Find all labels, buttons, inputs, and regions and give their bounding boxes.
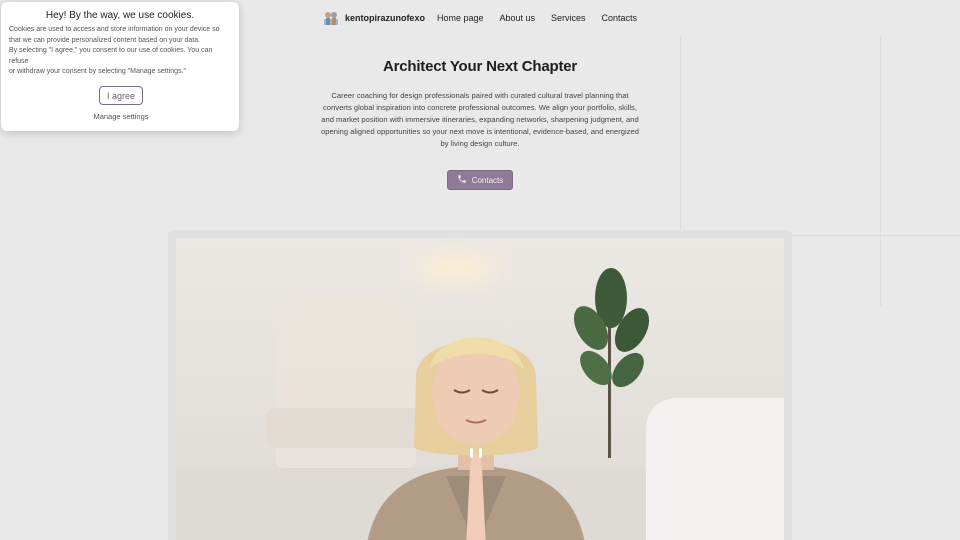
brand-name: kentopirazunofexo [344, 13, 425, 23]
bed [646, 398, 784, 540]
nav-contacts[interactable]: Contacts [602, 13, 638, 23]
cookie-consent-popup: Hey! By the way, we use cookies. Cookies… [1, 2, 239, 131]
cookie-text-line: or withdraw your consent by selecting "M… [9, 68, 186, 75]
nav-about[interactable]: About us [499, 13, 535, 23]
hero-photo [176, 238, 784, 540]
grid-line [880, 36, 881, 306]
nav-services[interactable]: Services [551, 13, 586, 23]
brand-logo-icon [323, 10, 339, 26]
contacts-button[interactable]: Contacts [447, 170, 513, 190]
hero-description: Career coaching for design professionals… [321, 91, 639, 148]
cookie-text-line: Cookies are used to access and store inf… [9, 26, 220, 44]
cookie-text-line: By selecting "I agree," you consent to o… [9, 47, 213, 65]
brand[interactable]: kentopirazunofexo [323, 10, 425, 26]
contacts-button-label: Contacts [471, 175, 504, 185]
woman-meditating-illustration [367, 337, 585, 540]
cookie-title: Hey! By the way, we use cookies. [45, 10, 195, 21]
phone-icon [457, 174, 467, 186]
manage-settings-link[interactable]: Manage settings [1, 112, 241, 121]
nav-home[interactable]: Home page [437, 13, 484, 23]
main-nav: Home page About us Services Contacts [437, 13, 637, 23]
agree-button[interactable]: I agree [99, 86, 143, 105]
cookie-text: Cookies are used to access and store inf… [9, 25, 233, 78]
